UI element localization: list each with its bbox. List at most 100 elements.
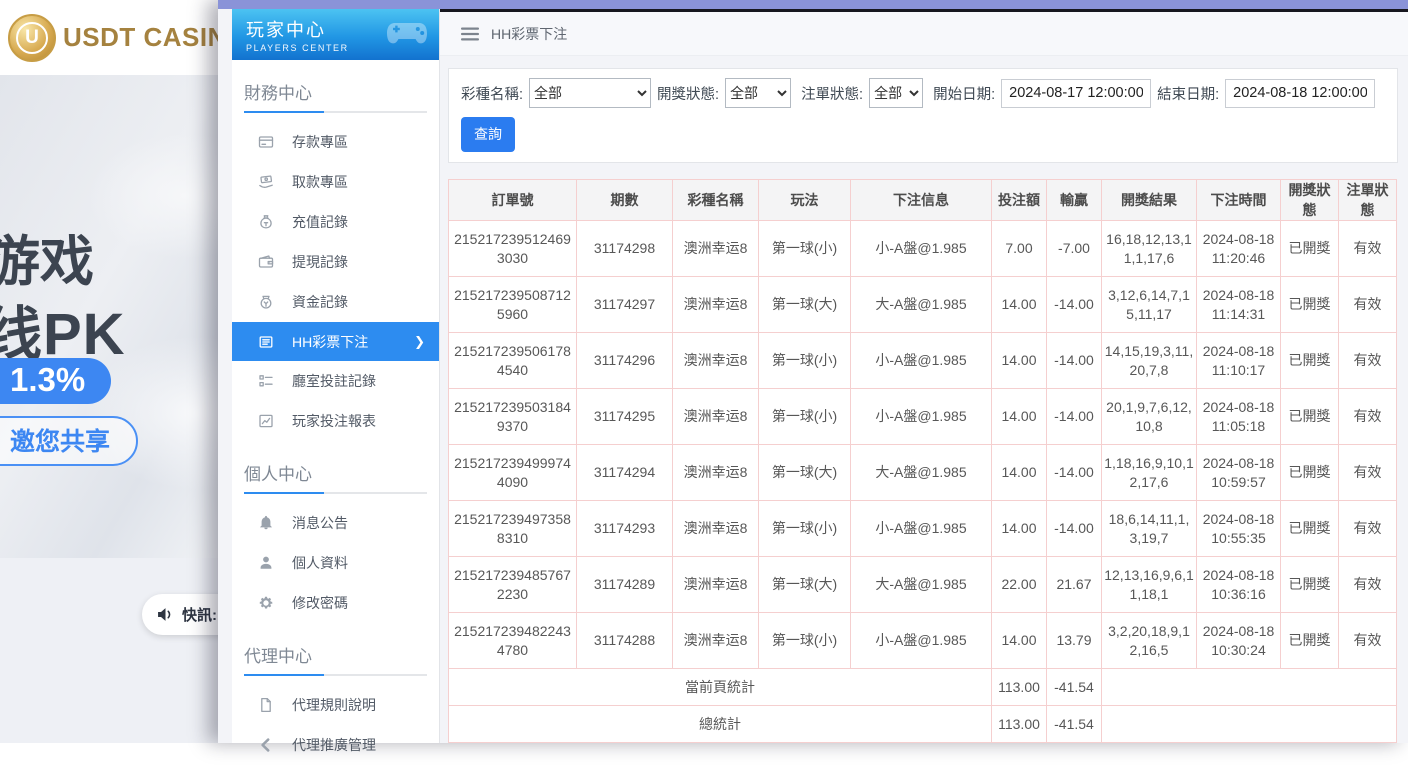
promo-banner: 游戏 线PK 1.3% 邀您共享: [0, 75, 218, 558]
summary-bet-total: 113.00: [992, 706, 1047, 743]
table-cell: 14.00: [992, 333, 1047, 389]
summary-label: 總統計: [449, 706, 992, 743]
table-cell: 第一球(小): [759, 333, 851, 389]
sidebar-item-修改密碼[interactable]: 修改密碼❯: [232, 583, 439, 623]
table-cell: 22.00: [992, 557, 1047, 613]
sidebar-section-title: 個人中心: [244, 460, 427, 485]
column-header: 開獎結果: [1102, 180, 1197, 221]
report-chart-icon: [258, 413, 274, 429]
lottery-name-select[interactable]: 全部: [529, 78, 651, 108]
table-cell: 31174294: [577, 445, 673, 501]
sidebar-item-label: 消息公告: [292, 513, 348, 533]
document-icon: [258, 697, 274, 713]
table-cell: 澳洲幸运8: [673, 557, 759, 613]
players-center-page: 玩家中心 PLAYERS CENTER 財務中心存款專區❯取款專區❯充值記錄❯提…: [218, 0, 1408, 743]
table-cell: 2024-08-18 10:59:57: [1197, 445, 1281, 501]
table-cell: 2152172394822434780: [449, 613, 577, 669]
column-header: 期數: [577, 180, 673, 221]
sidebar-item-充值記錄[interactable]: 充值記錄❯: [232, 202, 439, 242]
table-cell: 31174297: [577, 277, 673, 333]
table-row: 215217239485767223031174289澳洲幸运8第一球(大)大-…: [449, 557, 1397, 613]
order-status-label: 注單狀態:: [801, 83, 863, 104]
table-row: 215217239482243478031174288澳洲幸运8第一球(小)小-…: [449, 613, 1397, 669]
sidebar: 玩家中心 PLAYERS CENTER 財務中心存款專區❯取款專區❯充值記錄❯提…: [218, 9, 440, 743]
column-header: 開獎狀態: [1281, 180, 1339, 221]
table-cell: 澳洲幸运8: [673, 613, 759, 669]
usdt-coin-logo-icon[interactable]: U: [8, 14, 56, 62]
page-header: HH彩票下注: [440, 12, 1408, 56]
table-cell: 小-A盤@1.985: [851, 613, 992, 669]
table-cell: 有效: [1339, 613, 1397, 669]
table-cell: 第一球(小): [759, 501, 851, 557]
end-date-input[interactable]: [1225, 79, 1375, 108]
section-underline: [244, 674, 427, 676]
table-cell: 第一球(小): [759, 613, 851, 669]
table-cell: 有效: [1339, 557, 1397, 613]
money-bag-icon: [258, 214, 274, 230]
table-cell: 31174293: [577, 501, 673, 557]
search-button[interactable]: 查詢: [461, 117, 515, 152]
summary-row: 總統計113.00-41.54: [449, 706, 1397, 743]
order-status-select[interactable]: 全部: [869, 78, 923, 108]
top-purple-strip: [218, 0, 1408, 9]
table-cell: 小-A盤@1.985: [851, 501, 992, 557]
sidebar-item-label: 充值記錄: [292, 212, 348, 232]
table-cell: 14.00: [992, 501, 1047, 557]
sidebar-section-title: 代理中心: [244, 642, 427, 667]
table-cell: 大-A盤@1.985: [851, 557, 992, 613]
sidebar-item-代理推廣管理[interactable]: 代理推廣管理❯: [232, 725, 439, 765]
table-cell: 小-A盤@1.985: [851, 389, 992, 445]
lottery-name-label: 彩種名稱:: [461, 83, 523, 104]
sidebar-item-label: 玩家投注報表: [292, 411, 376, 431]
content: 彩種名稱: 全部 開獎狀態: 全部 注單狀態: 全部 開始日期:: [440, 56, 1408, 743]
table-cell: 第一球(小): [759, 389, 851, 445]
withdraw-hand-icon: [258, 174, 274, 190]
column-header: 訂單號: [449, 180, 577, 221]
table-cell: 有效: [1339, 221, 1397, 277]
table-cell: 已開獎: [1281, 333, 1339, 389]
banner-cta-button[interactable]: 邀您共享: [0, 416, 138, 466]
start-date-input[interactable]: [1001, 79, 1151, 108]
table-cell: 澳洲幸运8: [673, 221, 759, 277]
table-cell: 大-A盤@1.985: [851, 445, 992, 501]
sidebar-item-消息公告[interactable]: 消息公告❯: [232, 503, 439, 543]
sidebar-item-資金記錄[interactable]: 資金記錄❯: [232, 282, 439, 322]
table-cell: 3,2,20,18,9,12,16,5: [1102, 613, 1197, 669]
summary-bet-total: 113.00: [992, 669, 1047, 706]
sidebar-header: 玩家中心 PLAYERS CENTER: [232, 9, 439, 60]
column-header: 彩種名稱: [673, 180, 759, 221]
sidebar-item-label: 個人資料: [292, 553, 348, 573]
table-cell: 2024-08-18 10:36:16: [1197, 557, 1281, 613]
sidebar-item-取款專區[interactable]: 取款專區❯: [232, 162, 439, 202]
table-cell: 14,15,19,3,11,20,7,8: [1102, 333, 1197, 389]
table-cell: 21.67: [1047, 557, 1102, 613]
sidebar-item-存款專區[interactable]: 存款專區❯: [232, 122, 439, 162]
sidebar-item-個人資料[interactable]: 個人資料❯: [232, 543, 439, 583]
hall-records-icon: [258, 373, 274, 389]
table-cell: 有效: [1339, 333, 1397, 389]
sidebar-sections: 財務中心存款專區❯取款專區❯充值記錄❯提現記錄❯資金記錄❯HH彩票下注❯廳室投註…: [232, 79, 439, 765]
gear-icon: [258, 595, 274, 611]
summary-label: 當前頁統計: [449, 669, 992, 706]
table-cell: -14.00: [1047, 389, 1102, 445]
hamburger-menu-icon[interactable]: [461, 27, 479, 41]
sidebar-item-代理規則說明[interactable]: 代理規則說明❯: [232, 685, 439, 725]
sidebar-item-label: 取款專區: [292, 172, 348, 192]
table-cell: 已開獎: [1281, 501, 1339, 557]
table-cell: 31174295: [577, 389, 673, 445]
sidebar-item-HH彩票下注[interactable]: HH彩票下注❯: [232, 322, 439, 361]
table-cell: 已開獎: [1281, 557, 1339, 613]
table-cell: 已開獎: [1281, 277, 1339, 333]
sidebar-item-廳室投註記錄[interactable]: 廳室投註記錄❯: [232, 361, 439, 401]
table-row: 215217239512469303031174298澳洲幸运8第一球(小)小-…: [449, 221, 1397, 277]
table-cell: 20,1,9,7,6,12,10,8: [1102, 389, 1197, 445]
sidebar-item-提現記錄[interactable]: 提現記錄❯: [232, 242, 439, 282]
sidebar-item-label: 提現記錄: [292, 252, 348, 272]
sidebar-item-玩家投注報表[interactable]: 玩家投注報表❯: [232, 401, 439, 441]
table-cell: 有效: [1339, 445, 1397, 501]
draw-status-select[interactable]: 全部: [725, 78, 791, 108]
table-cell: 14.00: [992, 613, 1047, 669]
summary-empty: [1102, 706, 1397, 743]
draw-status-label: 開獎狀態:: [657, 83, 719, 104]
filter-panel: 彩種名稱: 全部 開獎狀態: 全部 注單狀態: 全部 開始日期:: [448, 68, 1398, 163]
